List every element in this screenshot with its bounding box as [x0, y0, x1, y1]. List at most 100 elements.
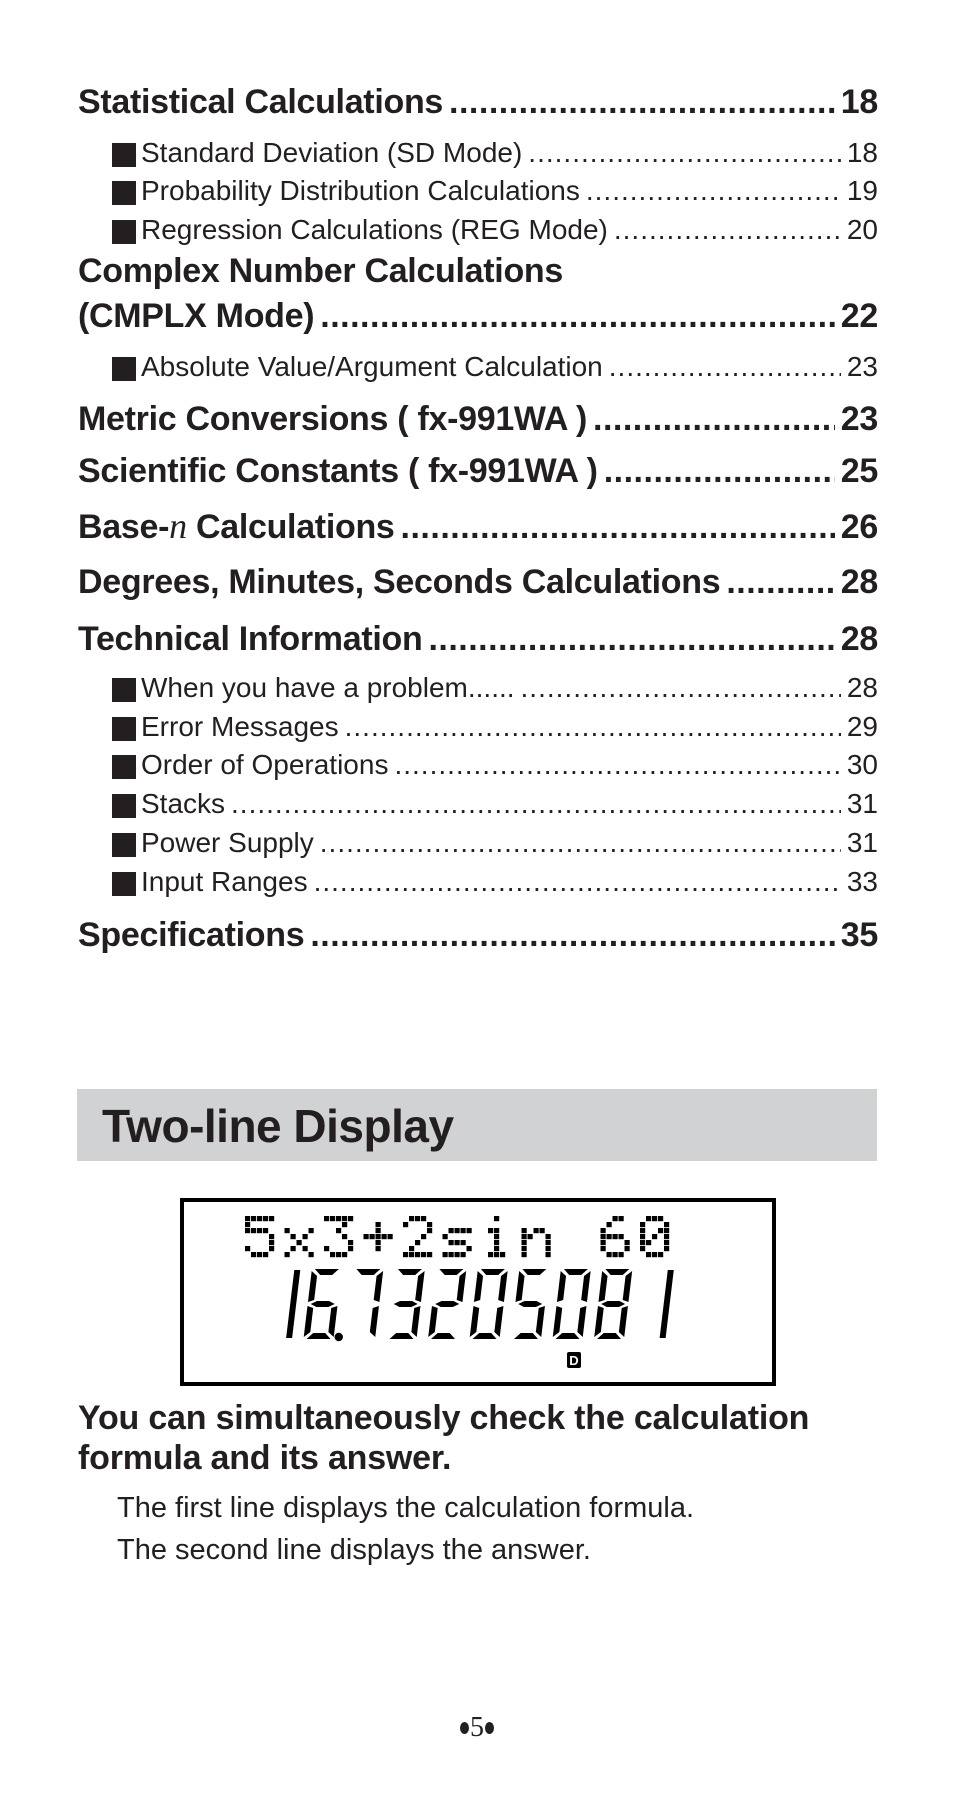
- toc-entry[interactable]: Statistical Calculations ...............…: [78, 83, 878, 122]
- page-folio: 5: [0, 1712, 954, 1744]
- toc-leader: ........................................…: [593, 400, 835, 438]
- lcd-result-digit: [552, 1269, 591, 1339]
- toc-entry-label: Complex Number Calculations: [78, 252, 563, 290]
- toc-leader: ........................................…: [344, 711, 841, 742]
- toc-entry-label: Probability Distribution Calculations: [141, 175, 580, 206]
- toc-leader: ........................................…: [428, 620, 834, 658]
- toc-page-number: 18: [846, 137, 878, 168]
- toc-leader: ........................................…: [400, 508, 835, 546]
- toc-leader: ........................................…: [520, 672, 841, 703]
- section-title: Two-line Display: [102, 1100, 454, 1152]
- toc-entry[interactable]: Regression Calculations (REG Mode) .....…: [112, 214, 878, 246]
- toc-entry-heading-line[interactable]: Complex Number Calculations: [78, 252, 878, 291]
- square-bullet-icon: [112, 794, 136, 818]
- toc-page-number: 20: [846, 214, 878, 245]
- toc-entry-label: Regression Calculations (REG Mode): [141, 214, 608, 245]
- toc-entry-label: Specifications: [78, 916, 305, 954]
- toc-page-number: 28: [846, 672, 878, 703]
- square-bullet-icon: [112, 833, 136, 857]
- toc-entry[interactable]: Absolute Value/Argument Calculation ....…: [112, 351, 878, 383]
- toc-label-prefix: Base-: [78, 508, 170, 546]
- toc-entry[interactable]: Error Messages .........................…: [112, 711, 878, 743]
- toc-entry[interactable]: (CMPLX Mode) ...........................…: [78, 297, 878, 336]
- toc-leader: ........................................…: [394, 749, 840, 780]
- toc-page-number: 28: [840, 620, 879, 658]
- lcd-result-digit: [356, 1269, 384, 1337]
- toc-leader: ........................................…: [603, 452, 835, 490]
- toc-page-number: 23: [840, 400, 879, 438]
- lcd-formula-line: [245, 1216, 670, 1258]
- toc-page-number: 29: [846, 711, 878, 742]
- toc-entry[interactable]: Base-n Calculations ....................…: [78, 505, 878, 547]
- toc-page-number: 22: [840, 297, 879, 335]
- toc-entry-label: Technical Information: [78, 620, 423, 658]
- toc-page-number: 19: [846, 175, 878, 206]
- lcd-graphic: D: [245, 1216, 674, 1368]
- lcd-formula-char: [600, 1216, 630, 1258]
- toc-leader: ........................................…: [320, 297, 835, 335]
- toc-entry[interactable]: Probability Distribution Calculations ..…: [112, 175, 878, 207]
- toc-entry-label: When you have a problem......: [141, 672, 515, 703]
- lcd-formula-char: [488, 1216, 506, 1258]
- toc-page-number: 31: [846, 827, 878, 858]
- lcd-result-line: [286, 1269, 674, 1342]
- toc-entry-label: Degrees, Minutes, Seconds Calculations: [78, 563, 721, 601]
- lcd-result-digit: [303, 1269, 343, 1342]
- toc-leader: ........................................…: [319, 827, 841, 858]
- bullet-dot-icon: [460, 1721, 469, 1734]
- square-bullet-icon: [112, 872, 136, 896]
- lcd-formula-char: [363, 1222, 393, 1252]
- toc-entry-label: (CMPLX Mode): [78, 297, 315, 335]
- toc-entry-label: Error Messages: [141, 711, 339, 742]
- section-lead-text: You can simultaneously check the calcula…: [78, 1399, 810, 1477]
- lcd-formula-char: [442, 1228, 472, 1258]
- toc-leader: ........................................…: [726, 563, 835, 601]
- toc-page-number: 23: [846, 351, 878, 382]
- toc-entry-label: Standard Deviation (SD Mode): [141, 137, 523, 168]
- lcd-formula-char: [640, 1216, 670, 1258]
- lcd-result-digit: [594, 1269, 633, 1339]
- lcd-decimal-point: [334, 1332, 343, 1342]
- calculator-lcd-display: D: [180, 1198, 776, 1386]
- toc-entry-label: Statistical Calculations: [78, 83, 444, 121]
- square-bullet-icon: [112, 678, 136, 702]
- toc-leader: ........................................…: [310, 916, 835, 954]
- toc-entry[interactable]: Specifications .........................…: [78, 916, 878, 955]
- lcd-formula-char: [324, 1216, 354, 1258]
- toc-page-number: 18: [840, 83, 879, 121]
- toc-entry-label: Scientific Constants ( fx-991WA ): [78, 452, 598, 490]
- toc-entry[interactable]: Scientific Constants ( fx-991WA ) ......…: [78, 452, 878, 491]
- toc-entry[interactable]: Metric Conversions ( fx-991WA ) ........…: [78, 400, 878, 439]
- toc-entry[interactable]: Degrees, Minutes, Seconds Calculations .…: [78, 563, 878, 602]
- lcd-result-digit: [428, 1269, 467, 1339]
- toc-entry[interactable]: Stacks .................................…: [112, 788, 878, 820]
- toc-entry[interactable]: Input Ranges ...........................…: [112, 866, 878, 898]
- toc-leader: ........................................…: [449, 83, 835, 121]
- lcd-formula-char: [521, 1228, 551, 1258]
- toc-leader: ........................................…: [528, 137, 841, 168]
- page-number: 5: [470, 1712, 484, 1743]
- toc-entry[interactable]: Order of Operations ....................…: [112, 749, 878, 781]
- toc-label-suffix: Calculations: [186, 508, 395, 546]
- toc-page-number: 26: [840, 508, 879, 546]
- toc-entry[interactable]: Standard Deviation (SD Mode) ...........…: [112, 137, 878, 169]
- toc-entry[interactable]: Power Supply ...........................…: [112, 827, 878, 859]
- body-text-line: The second line displays the answer.: [117, 1534, 591, 1566]
- lcd-result-digit: [469, 1269, 508, 1339]
- lcd-result-digit: [514, 1269, 547, 1339]
- square-bullet-icon: [112, 181, 136, 205]
- toc-entry-label: Absolute Value/Argument Calculation: [141, 351, 603, 382]
- toc-page-number: 25: [840, 452, 879, 490]
- square-bullet-icon: [112, 143, 136, 167]
- toc-leader: ........................................…: [313, 866, 841, 897]
- lcd-indicator-label: D: [569, 1353, 578, 1368]
- toc-entry[interactable]: When you have a problem...... ..........…: [112, 672, 878, 704]
- toc-entry[interactable]: Technical Information ..................…: [78, 620, 878, 659]
- toc-page-number: 31: [846, 788, 878, 819]
- toc-leader: ........................................…: [585, 175, 841, 206]
- square-bullet-icon: [112, 755, 136, 779]
- square-bullet-icon: [112, 717, 136, 741]
- toc-entry-label: Metric Conversions ( fx-991WA ): [78, 400, 588, 438]
- square-bullet-icon: [112, 357, 136, 381]
- lcd-result-digit: [389, 1269, 425, 1339]
